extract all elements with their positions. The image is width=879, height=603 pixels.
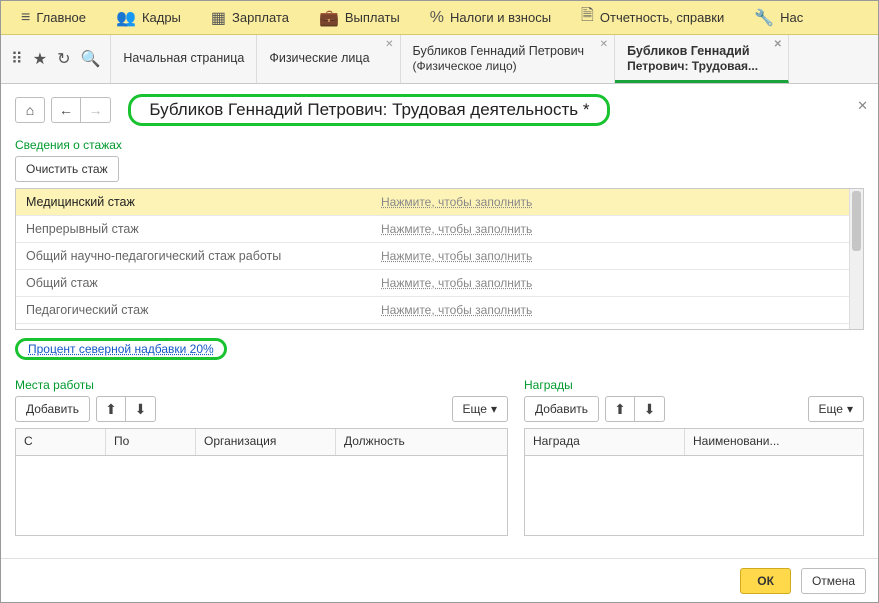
hamburger-icon: ≡ bbox=[21, 9, 30, 27]
close-icon[interactable]: ✕ bbox=[385, 39, 393, 52]
more-label: Еще bbox=[463, 402, 487, 416]
tab-label: Начальная страница bbox=[123, 51, 244, 67]
chevron-down-icon: ▾ bbox=[847, 402, 853, 416]
awards-move-up-button[interactable]: ⬆ bbox=[605, 396, 635, 422]
search-icon[interactable]: 🔍 bbox=[80, 49, 100, 69]
stazh-row[interactable]: Медицинский стаж Нажмите, чтобы заполнит… bbox=[16, 189, 863, 216]
scrollbar[interactable] bbox=[849, 189, 863, 329]
menuitem-label: Зарплата bbox=[232, 10, 289, 25]
main-menu: ≡ Главное 👥 Кадры ▦ Зарплата 💼 Выплаты %… bbox=[1, 1, 878, 35]
apps-icon[interactable]: ⠿ bbox=[11, 49, 23, 69]
tab-label: Физические лица bbox=[269, 51, 369, 67]
menuitem-label: Налоги и взносы bbox=[450, 10, 551, 25]
tab-sublabel: (Физическое лицо) bbox=[413, 59, 585, 74]
jobs-column: Места работы Добавить ⬆ ⬇ Еще ▾ С По Орг… bbox=[15, 366, 508, 536]
jobs-add-button[interactable]: Добавить bbox=[15, 396, 90, 422]
menuitem-taxes[interactable]: % Налоги и взносы bbox=[416, 1, 565, 34]
stazh-fill-link[interactable]: Нажмите, чтобы заполнить bbox=[381, 276, 532, 290]
star-icon[interactable]: ★ bbox=[33, 49, 47, 69]
back-button[interactable]: ← bbox=[51, 97, 81, 123]
stazh-fill-link[interactable]: Нажмите, чтобы заполнить bbox=[381, 303, 532, 317]
people-icon: 👥 bbox=[116, 8, 136, 28]
stazh-section-title: Сведения о стажах bbox=[15, 138, 864, 152]
percent-icon: % bbox=[430, 9, 444, 27]
tab-person[interactable]: Бубликов Геннадий Петрович (Физическое л… bbox=[401, 35, 616, 83]
awards-table-header: Награда Наименовани... bbox=[525, 429, 863, 456]
tab-label: Бубликов Геннадий bbox=[627, 44, 758, 60]
awards-move-down-button[interactable]: ⬇ bbox=[635, 396, 665, 422]
jobs-section-title: Места работы bbox=[15, 378, 508, 392]
col-position[interactable]: Должность bbox=[336, 429, 507, 455]
menuitem-label: Кадры bbox=[142, 10, 181, 25]
menuitem-main[interactable]: ≡ Главное bbox=[7, 1, 100, 34]
awards-section-title: Награды bbox=[524, 378, 864, 392]
menuitem-label: Главное bbox=[36, 10, 86, 25]
stazh-row-label: Общий стаж bbox=[16, 276, 381, 290]
menuitem-label: Выплаты bbox=[345, 10, 400, 25]
tab-label: Бубликов Геннадий Петрович bbox=[413, 44, 585, 60]
awards-add-button[interactable]: Добавить bbox=[524, 396, 599, 422]
forward-button[interactable]: → bbox=[81, 97, 111, 123]
bottom-bar: ОК Отмена bbox=[1, 558, 878, 602]
ok-button[interactable]: ОК bbox=[740, 568, 791, 594]
history-icon[interactable]: ↻ bbox=[57, 49, 70, 69]
stazh-fill-link[interactable]: Нажмите, чтобы заполнить bbox=[381, 222, 532, 236]
menuitem-reports[interactable]: 🗎 Отчетность, справки bbox=[567, 1, 738, 34]
awards-column: Награды Добавить ⬆ ⬇ Еще ▾ Награда Наиме… bbox=[524, 366, 864, 536]
menuitem-label: Отчетность, справки bbox=[600, 10, 724, 25]
content-area: ⌂ ← → Бубликов Геннадий Петрович: Трудов… bbox=[1, 84, 878, 536]
awards-more-button[interactable]: Еще ▾ bbox=[808, 396, 864, 422]
stazh-fill-link[interactable]: Нажмите, чтобы заполнить bbox=[381, 195, 532, 209]
close-icon[interactable]: ✕ bbox=[774, 39, 782, 52]
col-org[interactable]: Организация bbox=[196, 429, 336, 455]
jobs-move-down-button[interactable]: ⬇ bbox=[126, 396, 156, 422]
tab-activity[interactable]: Бубликов Геннадий Петрович: Трудовая... … bbox=[615, 35, 789, 83]
chevron-down-icon: ▾ bbox=[491, 402, 497, 416]
col-award-name[interactable]: Наименовани... bbox=[685, 429, 863, 455]
awards-table: Награда Наименовани... bbox=[524, 428, 864, 536]
cancel-button[interactable]: Отмена bbox=[801, 568, 866, 594]
col-from[interactable]: С bbox=[16, 429, 106, 455]
stazh-row-label: Медицинский стаж bbox=[16, 195, 381, 209]
tab-persons[interactable]: Физические лица ✕ bbox=[257, 35, 400, 83]
stazh-fill-link[interactable]: Нажмите, чтобы заполнить bbox=[381, 249, 532, 263]
menuitem-salary[interactable]: ▦ Зарплата bbox=[197, 1, 303, 34]
stazh-row[interactable]: Непрерывный стаж Нажмите, чтобы заполнит… bbox=[16, 216, 863, 243]
wallet-icon: 💼 bbox=[319, 8, 339, 28]
wrench-icon: 🔧 bbox=[754, 8, 774, 28]
tab-row: ⠿ ★ ↻ 🔍 Начальная страница Физические ли… bbox=[1, 35, 878, 84]
stazh-row-label: Общий научно-педагогический стаж работы bbox=[16, 249, 381, 263]
north-bonus-highlight: Процент северной надбавки 20% bbox=[15, 338, 227, 360]
col-to[interactable]: По bbox=[106, 429, 196, 455]
scrollbar-thumb[interactable] bbox=[852, 191, 861, 251]
tab-start[interactable]: Начальная страница bbox=[111, 35, 257, 83]
jobs-more-button[interactable]: Еще ▾ bbox=[452, 396, 508, 422]
close-icon[interactable]: ✕ bbox=[600, 39, 608, 52]
home-button[interactable]: ⌂ bbox=[15, 97, 45, 123]
tab-sublabel: Петрович: Трудовая... bbox=[627, 59, 758, 74]
page-title: Бубликов Геннадий Петрович: Трудовая дея… bbox=[128, 94, 610, 126]
col-award[interactable]: Награда bbox=[525, 429, 685, 455]
stazh-row[interactable]: Общий стаж Нажмите, чтобы заполнить bbox=[16, 270, 863, 297]
stazh-row-label: Педагогический стаж bbox=[16, 303, 381, 317]
grid-icon: ▦ bbox=[211, 8, 226, 28]
menuitem-hr[interactable]: 👥 Кадры bbox=[102, 1, 195, 34]
stazh-row[interactable]: Общий научно-педагогический стаж работы … bbox=[16, 243, 863, 270]
jobs-table-header: С По Организация Должность bbox=[16, 429, 507, 456]
clear-stazh-button[interactable]: Очистить стаж bbox=[15, 156, 119, 182]
stazh-row-label: Непрерывный стаж bbox=[16, 222, 381, 236]
document-icon: 🗎 bbox=[581, 4, 594, 31]
menuitem-payments[interactable]: 💼 Выплаты bbox=[305, 1, 414, 34]
panel-tools: ⠿ ★ ↻ 🔍 bbox=[1, 35, 111, 83]
more-label: Еще bbox=[819, 402, 843, 416]
jobs-move-up-button[interactable]: ⬆ bbox=[96, 396, 126, 422]
menuitem-settings[interactable]: 🔧 Нас bbox=[740, 1, 817, 34]
stazh-grid: Медицинский стаж Нажмите, чтобы заполнит… bbox=[15, 188, 864, 330]
stazh-row[interactable]: Педагогический стаж Нажмите, чтобы запол… bbox=[16, 297, 863, 324]
title-row: ⌂ ← → Бубликов Геннадий Петрович: Трудов… bbox=[15, 94, 864, 126]
jobs-table: С По Организация Должность bbox=[15, 428, 508, 536]
north-bonus-link[interactable]: Процент северной надбавки 20% bbox=[28, 342, 214, 356]
menuitem-label: Нас bbox=[780, 10, 803, 25]
close-page-icon[interactable]: ✕ bbox=[857, 98, 868, 114]
